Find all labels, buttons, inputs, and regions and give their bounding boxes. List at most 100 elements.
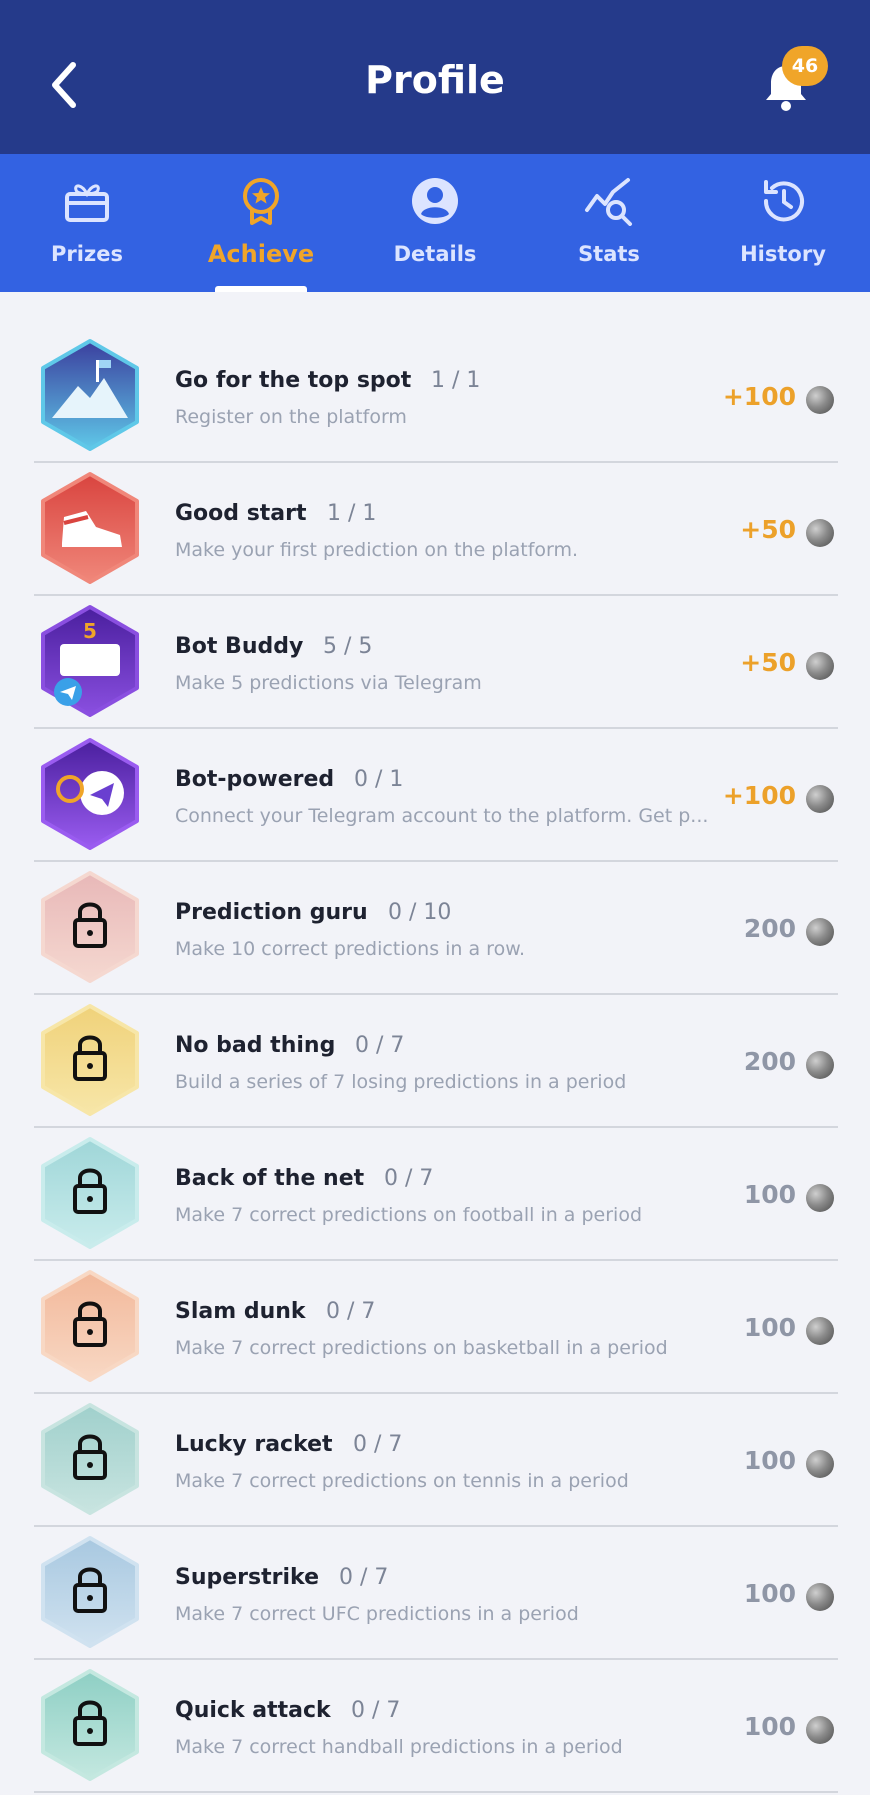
achievement-name: Good start bbox=[175, 501, 307, 526]
achievement-description: Make 7 correct predictions on tennis in … bbox=[175, 1470, 629, 1492]
achievement-row[interactable]: 5 Bot Buddy 5 / 5 Make 5 predictions via Te… bbox=[0, 596, 870, 729]
mountain-flag-badge-icon bbox=[41, 339, 139, 451]
tab-stats[interactable]: Stats bbox=[522, 154, 696, 292]
achievement-progress: 0 / 1 bbox=[354, 767, 404, 792]
achievement-row[interactable]: No bad thing 0 / 7 Build a series of 7 los… bbox=[0, 995, 870, 1128]
achievement-reward: +100 bbox=[722, 781, 796, 810]
telegram-bot-badge-icon bbox=[41, 738, 139, 850]
achievement-progress: 0 / 7 bbox=[326, 1299, 376, 1324]
achievement-reward: 100 bbox=[743, 1313, 796, 1342]
row-divider bbox=[34, 1791, 838, 1793]
lock-icon bbox=[41, 1669, 139, 1781]
achievement-progress: 1 / 1 bbox=[327, 501, 377, 526]
achievement-progress: 0 / 7 bbox=[351, 1698, 401, 1723]
achievement-row[interactable]: Quick attack 0 / 7 Make 7 correct handball… bbox=[0, 1660, 870, 1793]
achievement-progress: 0 / 7 bbox=[355, 1033, 405, 1058]
tab-prizes-label: Prizes bbox=[51, 242, 123, 266]
tab-achieve-label: Achieve bbox=[207, 240, 315, 268]
achievement-name: Slam dunk bbox=[175, 1299, 306, 1324]
achievement-name: Go for the top spot bbox=[175, 368, 412, 393]
tab-history-label: History bbox=[740, 242, 826, 266]
lock-icon bbox=[41, 1137, 139, 1249]
achievement-reward: +50 bbox=[740, 515, 796, 544]
coin-icon bbox=[806, 386, 834, 414]
achievement-row[interactable]: Good start 1 / 1 Make your first predictio… bbox=[0, 463, 870, 596]
achievement-row[interactable]: Prediction guru 0 / 10 Make 10 correct pre… bbox=[0, 862, 870, 995]
lock-icon bbox=[41, 1403, 139, 1515]
achievement-description: Connect your Telegram account to the pla… bbox=[175, 805, 709, 827]
achievement-description: Make 7 correct UFC predictions in a peri… bbox=[175, 1603, 579, 1625]
achievement-reward: 100 bbox=[743, 1446, 796, 1475]
achievement-row[interactable]: Slam dunk 0 / 7 Make 7 correct predictions… bbox=[0, 1261, 870, 1394]
achievement-name: Lucky racket bbox=[175, 1432, 333, 1457]
achievement-row[interactable]: Bot-powered 0 / 1 Connect your Telegram ac… bbox=[0, 729, 870, 862]
achievement-name: Back of the net bbox=[175, 1166, 365, 1191]
tab-prizes[interactable]: Prizes bbox=[0, 154, 174, 292]
achievement-row[interactable]: Superstrike 0 / 7 Make 7 correct UFC predi… bbox=[0, 1527, 870, 1660]
coin-icon bbox=[806, 1317, 834, 1345]
tab-details-label: Details bbox=[393, 242, 477, 266]
achievement-description: Make 7 correct handball predictions in a… bbox=[175, 1736, 623, 1758]
coin-icon bbox=[806, 652, 834, 680]
gift-icon bbox=[65, 184, 109, 222]
stats-chart-icon bbox=[585, 178, 632, 226]
achievement-reward: +50 bbox=[740, 648, 796, 677]
achievement-progress: 0 / 7 bbox=[384, 1166, 434, 1191]
tab-history[interactable]: History bbox=[696, 154, 870, 292]
user-icon bbox=[412, 178, 458, 224]
page-title: Profile bbox=[365, 58, 505, 102]
achievement-row[interactable]: Go for the top spot 1 / 1 Register on the … bbox=[0, 330, 870, 463]
achievement-reward: 200 bbox=[743, 914, 796, 943]
medal-icon bbox=[243, 178, 279, 225]
notification-count-badge: 46 bbox=[782, 46, 828, 86]
coin-icon bbox=[806, 785, 834, 813]
svg-text:5: 5 bbox=[83, 619, 97, 643]
achievement-description: Register on the platform bbox=[175, 406, 407, 428]
achievement-progress: 1 / 1 bbox=[431, 368, 481, 393]
achievement-progress: 5 / 5 bbox=[323, 634, 373, 659]
achievement-description: Make 5 predictions via Telegram bbox=[175, 672, 482, 694]
achievement-progress: 0 / 7 bbox=[339, 1565, 389, 1590]
tab-achieve[interactable]: Achieve bbox=[174, 154, 348, 292]
achievement-description: Make 7 correct predictions on football i… bbox=[175, 1204, 643, 1226]
coin-icon bbox=[806, 918, 834, 946]
achievement-reward: 100 bbox=[743, 1579, 796, 1608]
achievement-row[interactable]: Back of the net 0 / 7 Make 7 correct predi… bbox=[0, 1128, 870, 1261]
telegram-ticket-badge-icon: 5 bbox=[41, 605, 139, 717]
coin-icon bbox=[806, 1184, 834, 1212]
achievement-reward: 100 bbox=[743, 1180, 796, 1209]
achievement-description: Build a series of 7 losing predictions i… bbox=[175, 1071, 627, 1093]
profile-tab-bar: Prizes Achieve Details Stats History bbox=[0, 154, 870, 292]
achievement-description: Make your first prediction on the platfo… bbox=[175, 539, 579, 561]
achievement-name: Superstrike bbox=[175, 1565, 319, 1590]
achievement-description: Make 7 correct predictions on basketball… bbox=[175, 1337, 668, 1359]
achievement-progress: 0 / 7 bbox=[353, 1432, 403, 1457]
achievement-list: Go for the top spot 1 / 1 Register on the … bbox=[0, 330, 870, 1793]
top-bar: Profile 46 bbox=[0, 0, 870, 154]
active-tab-indicator bbox=[215, 286, 307, 292]
achievement-progress: 0 / 10 bbox=[388, 900, 452, 925]
achievement-reward: +100 bbox=[722, 382, 796, 411]
coin-icon bbox=[806, 1716, 834, 1744]
achievement-name: No bad thing bbox=[175, 1033, 336, 1058]
achievement-name: Quick attack bbox=[175, 1698, 331, 1723]
tab-stats-label: Stats bbox=[578, 242, 640, 266]
achievement-name: Bot-powered bbox=[175, 767, 335, 792]
achievement-name: Prediction guru bbox=[175, 900, 368, 925]
history-icon bbox=[763, 180, 804, 222]
lock-icon bbox=[41, 1536, 139, 1648]
achievement-name: Bot Buddy bbox=[175, 634, 304, 659]
coin-icon bbox=[806, 1450, 834, 1478]
sneaker-badge-icon bbox=[41, 472, 139, 584]
coin-icon bbox=[806, 1051, 834, 1079]
lock-icon bbox=[41, 1004, 139, 1116]
achievement-reward: 200 bbox=[743, 1047, 796, 1076]
tab-details[interactable]: Details bbox=[348, 154, 522, 292]
achievement-description: Make 10 correct predictions in a row. bbox=[175, 938, 526, 960]
lock-icon bbox=[41, 1270, 139, 1382]
coin-icon bbox=[806, 1583, 834, 1611]
achievement-reward: 100 bbox=[743, 1712, 796, 1741]
lock-icon bbox=[41, 871, 139, 983]
coin-icon bbox=[806, 519, 834, 547]
achievement-row[interactable]: Lucky racket 0 / 7 Make 7 correct predicti… bbox=[0, 1394, 870, 1527]
